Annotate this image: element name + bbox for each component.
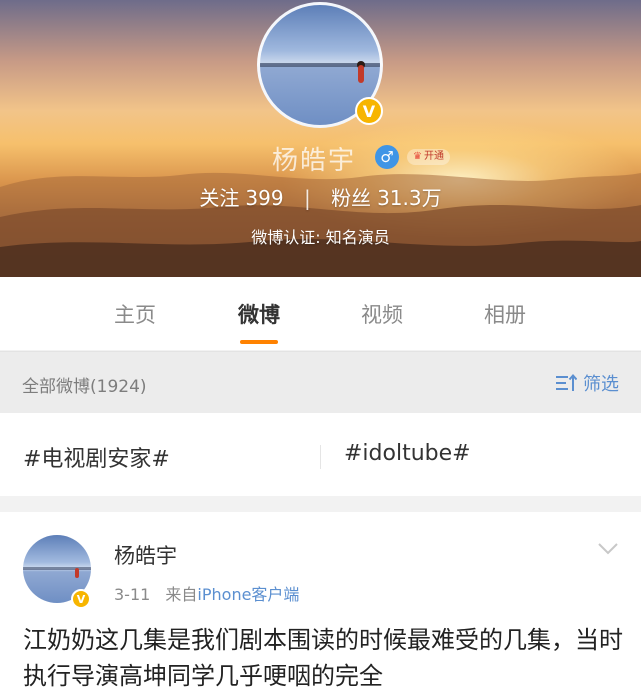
topic-idoltube[interactable]: #idoltube# — [344, 441, 471, 466]
tab-home[interactable]: 主页 — [95, 299, 175, 329]
verified-icon: V — [355, 97, 383, 125]
topic-divider — [320, 445, 321, 469]
male-icon: ♂ — [375, 145, 399, 169]
profile-tabs: 主页 微博 视频 相册 — [0, 277, 641, 350]
stats-separator: | — [303, 186, 311, 210]
filter-bar: 全部微博(1924) 筛选 — [0, 351, 641, 413]
crown-icon: ♛ — [413, 151, 422, 162]
all-weibo-count: 全部微博(1924) — [22, 377, 147, 397]
post-source[interactable]: iPhone客户端 — [197, 585, 299, 604]
verification-text: 微博认证: 知名演员 — [251, 228, 390, 247]
topic-anjia[interactable]: #电视剧安家# — [23, 441, 170, 473]
chevron-down-icon[interactable] — [597, 542, 619, 556]
filter-icon — [556, 373, 577, 391]
post-meta: 3-11 来自iPhone客户端 — [114, 581, 299, 605]
verified-icon: V — [71, 589, 91, 609]
post-time: 3-11 — [114, 585, 151, 604]
tab-album[interactable]: 相册 — [465, 299, 545, 329]
tab-video[interactable]: 视频 — [342, 299, 422, 329]
profile-name: 杨皓宇 — [272, 146, 357, 176]
member-badge[interactable]: ♛ 开通 — [407, 149, 450, 165]
filter-button[interactable]: 筛选 — [555, 370, 619, 396]
following-stat[interactable]: 关注 399 — [199, 186, 283, 210]
tab-weibo[interactable]: 微博 — [219, 299, 299, 329]
active-tab-indicator — [240, 340, 278, 344]
post-source-prefix: 来自 — [165, 585, 198, 604]
topic-row: #电视剧安家# #idoltube# — [0, 413, 641, 496]
profile-header: V 杨皓宇 ♂ ♛ 开通 关注 399 | 粉丝 31.3万 微博认证: 知名演员 — [0, 0, 641, 277]
weibo-post: V 杨皓宇 3-11 来自iPhone客户端 江奶奶这几集是我们剧本围读的时候最… — [0, 512, 641, 700]
fans-stat[interactable]: 粉丝 31.3万 — [331, 186, 442, 210]
post-body: 江奶奶这几集是我们剧本围读的时候最难受的几集，当时执行导演高坤同学几乎哽咽的完全 — [23, 626, 623, 690]
profile-stats: 关注 399 | 粉丝 31.3万 — [0, 182, 641, 211]
post-author[interactable]: 杨皓宇 — [114, 540, 177, 570]
